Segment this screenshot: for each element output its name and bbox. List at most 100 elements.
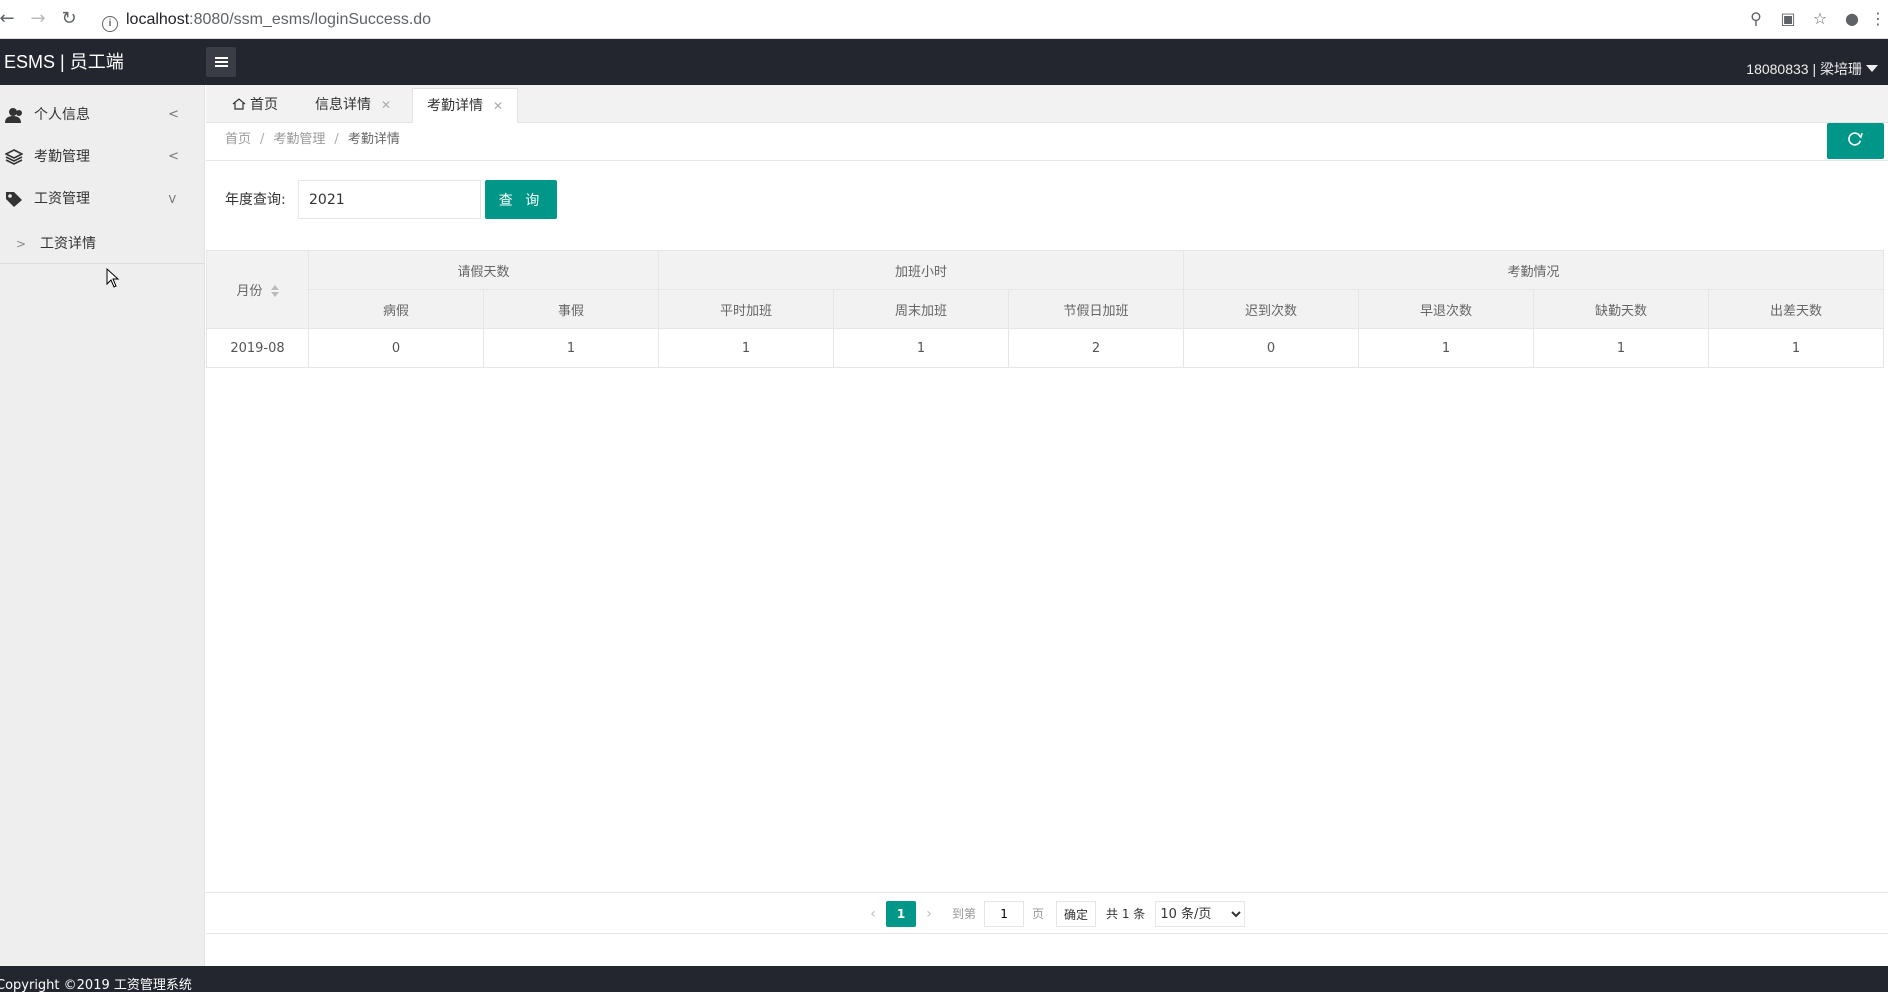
forward-icon[interactable]: → [27, 8, 49, 30]
table-cell: 0 [308, 328, 484, 368]
sidebar-item-label: 工资管理 [34, 191, 90, 207]
sidebar-item-salary[interactable]: 工资管理 < [0, 178, 205, 220]
table-cell: 1 [658, 328, 834, 368]
query-button[interactable]: 查 询 [485, 180, 557, 219]
url-host: localhost [126, 11, 190, 28]
chevron-left-icon: < [168, 107, 179, 122]
prev-page-icon[interactable]: ‹ [860, 900, 886, 928]
bookmark-star-icon[interactable]: ☆ [1804, 8, 1836, 30]
total-count: 共 1 条 [1106, 907, 1146, 921]
key-icon[interactable]: ⚲ [1740, 8, 1772, 30]
refresh-icon [1848, 132, 1863, 146]
goto-confirm-button[interactable]: 确定 [1056, 901, 1097, 927]
group-header-leave: 请假天数 [308, 250, 659, 290]
tab-label: 考勤详情 [427, 98, 483, 114]
year-input[interactable] [298, 180, 481, 219]
pagination: ‹ 1 › 到第 页 确定 共 1 条 10 条/页 [860, 900, 1246, 928]
tab-label: 信息详情 [315, 97, 371, 113]
breadcrumb-separator: / [260, 132, 265, 147]
column-header: 出差天数 [1708, 289, 1884, 329]
sidebar-item-label: 个人信息 [34, 107, 90, 123]
more-menu-icon[interactable]: ⋮ [1868, 8, 1888, 30]
app-header: ESMS | 员工端 18080833 | 梁培珊 [0, 39, 1888, 85]
table-cell: 2 [1008, 328, 1184, 368]
app-logo: ESMS | 员工端 [4, 52, 124, 72]
table-row: 2019-08 0 1 1 1 2 0 1 1 1 [206, 328, 1884, 368]
group-header-overtime: 加班小时 [658, 250, 1184, 290]
table-cell: 0 [1183, 328, 1359, 368]
copyright-text: Copyright ©2019 工资管理系统 [0, 978, 192, 992]
reload-icon[interactable]: ↻ [58, 8, 80, 30]
chevron-left-icon: < [168, 149, 179, 164]
menu-icon-line [215, 65, 228, 67]
breadcrumb-attendance[interactable]: 考勤管理 [273, 132, 325, 147]
profile-icon[interactable]: ● [1836, 8, 1868, 30]
column-header: 病假 [308, 289, 484, 329]
table-cell: 1 [1708, 328, 1884, 368]
sort-icon[interactable] [270, 285, 279, 297]
breadcrumb-separator: / [334, 132, 339, 147]
breadcrumb: 首页 / 考勤管理 / 考勤详情 [225, 123, 400, 157]
table-cell: 1 [1533, 328, 1709, 368]
translate-icon[interactable]: ▣ [1772, 8, 1804, 30]
user-icon [5, 108, 22, 123]
menu-toggle-button[interactable] [206, 47, 236, 77]
breadcrumb-bar: 首页 / 考勤管理 / 考勤详情 [206, 123, 1888, 161]
table-cell: 2019-08 [206, 328, 309, 368]
back-icon[interactable]: ← [0, 8, 18, 30]
sidebar: 个人信息 < 考勤管理 < 工资管理 < > 工资详情 [0, 85, 205, 966]
menu-icon-line [215, 61, 228, 63]
column-header: 早退次数 [1358, 289, 1534, 329]
home-icon [232, 98, 246, 110]
mouse-cursor-icon [106, 268, 120, 288]
tab-label: 首页 [250, 97, 278, 113]
column-header: 事假 [483, 289, 659, 329]
breadcrumb-home[interactable]: 首页 [225, 132, 251, 147]
close-icon[interactable]: ✕ [493, 99, 503, 113]
caret-down-icon [1866, 65, 1878, 72]
chevron-down-icon: < [165, 193, 181, 205]
page-unit-label: 页 [1032, 907, 1045, 921]
goto-page-input[interactable] [984, 901, 1025, 927]
sidebar-item-attendance[interactable]: 考勤管理 < [0, 136, 205, 178]
table-cell: 1 [1358, 328, 1534, 368]
group-header-attendance: 考勤情况 [1183, 250, 1884, 290]
refresh-button[interactable] [1827, 123, 1884, 159]
tab-info-detail[interactable]: 信息详情 ✕ [301, 88, 405, 123]
tab-home[interactable]: 首页 [218, 88, 292, 123]
next-page-icon[interactable]: › [916, 900, 942, 928]
url-path: :8080/ssm_esms/loginSuccess.do [189, 11, 432, 28]
column-header: 缺勤天数 [1533, 289, 1709, 329]
column-header: 节假日加班 [1008, 289, 1184, 329]
page-size-select[interactable]: 10 条/页 [1155, 901, 1246, 927]
page-current[interactable]: 1 [886, 901, 916, 927]
column-header: 平时加班 [658, 289, 834, 329]
table-cell: 1 [483, 328, 659, 368]
month-header-label: 月份 [236, 284, 263, 299]
chevron-right-icon: > [16, 237, 27, 251]
user-name: 18080833 | 梁培珊 [1746, 61, 1862, 77]
site-info-icon[interactable]: i [102, 16, 118, 32]
sidebar-subitem-salary-detail[interactable]: > 工资详情 [0, 224, 205, 264]
browser-actions: ⚲ ▣ ☆ ● ⋮ [1740, 8, 1888, 30]
address-bar[interactable]: i localhost:8080/ssm_esms/loginSuccess.do [102, 6, 1742, 33]
sidebar-item-personal-info[interactable]: 个人信息 < [0, 94, 205, 136]
footer: Copyright ©2019 工资管理系统 [0, 966, 1888, 992]
sidebar-subitem-label: 工资详情 [40, 236, 96, 252]
layers-icon [5, 149, 23, 165]
close-icon[interactable]: ✕ [381, 98, 391, 112]
column-header: 迟到次数 [1183, 289, 1359, 329]
user-menu[interactable]: 18080833 | 梁培珊 [1746, 39, 1878, 85]
menu-icon-line [215, 57, 228, 59]
table-cell: 1 [833, 328, 1009, 368]
attendance-table: 月份 请假天数 加班小时 考勤情况 病假 事假 平时加班 周末加班 节假日加班 … [206, 250, 1884, 368]
goto-label: 到第 [952, 907, 977, 921]
sidebar-item-label: 考勤管理 [34, 149, 90, 165]
tag-icon [6, 192, 22, 207]
year-query-label: 年度查询: [225, 192, 286, 208]
browser-toolbar: ← → ↻ i localhost:8080/ssm_esms/loginSucc… [0, 0, 1888, 39]
breadcrumb-current: 考勤详情 [347, 132, 400, 147]
tab-attendance-detail[interactable]: 考勤详情 ✕ [412, 88, 519, 123]
month-header[interactable]: 月份 [206, 250, 309, 329]
tab-bar: 首页 信息详情 ✕ 考勤详情 ✕ [206, 85, 1888, 123]
